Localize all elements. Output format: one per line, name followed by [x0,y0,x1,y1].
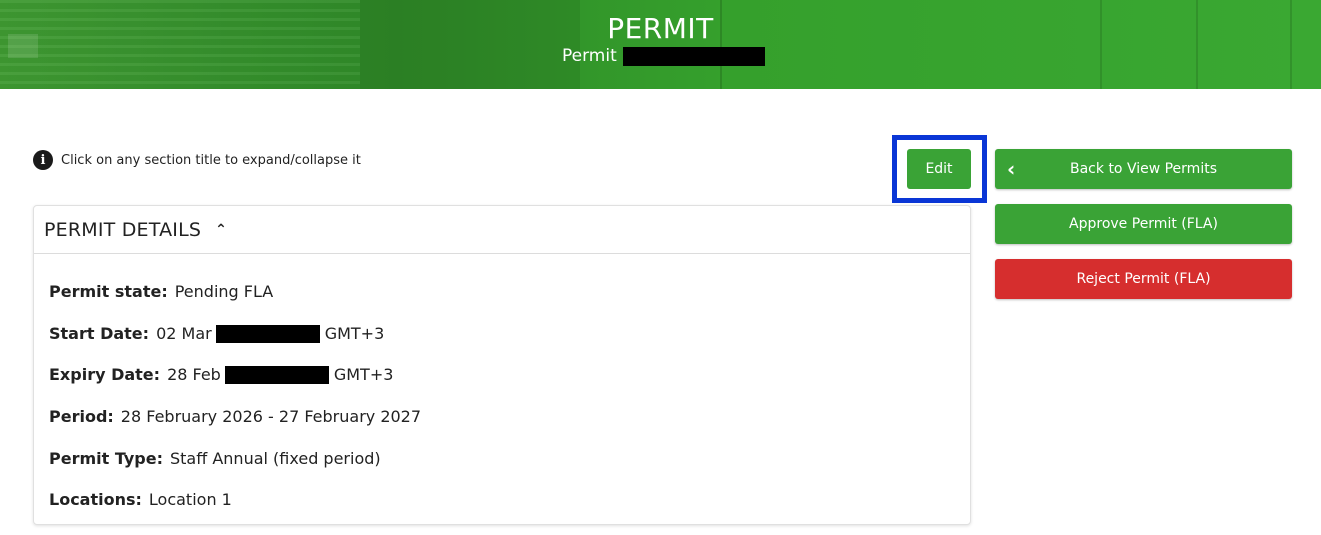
detail-row-expiry-date: Expiry Date: 28 Feb GMT+3 [49,365,970,407]
detail-label: Period: [49,407,114,427]
detail-label: Permit Type: [49,448,163,468]
approve-button-label: Approve Permit (FLA) [1069,216,1218,232]
reject-permit-button[interactable]: Reject Permit (FLA) [995,259,1292,299]
detail-value: 28 Feb [167,365,221,385]
redacted-permit-id [622,46,765,66]
expand-hint: i Click on any section title to expand/c… [33,150,361,170]
chevron-left-icon: ‹ [1007,157,1016,181]
detail-timezone: GMT+3 [324,323,385,343]
detail-value: 28 February 2026 - 27 February 2027 [120,407,422,427]
detail-row-locations: Locations: Location 1 [49,490,970,532]
detail-label: Start Date: [49,323,150,343]
detail-row-state: Permit state: Pending FLA [49,282,970,324]
detail-row-start-date: Start Date: 02 Mar GMT+3 [49,324,970,366]
hint-text: Click on any section title to expand/col… [61,152,361,168]
detail-value: Pending FLA [174,282,274,301]
approve-permit-button[interactable]: Approve Permit (FLA) [995,204,1292,244]
redacted-year [224,366,329,385]
detail-row-period: Period: 28 February 2026 - 27 February 2… [49,407,970,449]
redacted-year [215,324,320,343]
page-title: PERMIT [607,12,714,45]
detail-label: Permit state: [49,282,168,301]
page-banner: PERMIT Permit [0,0,1321,89]
section-title: PERMIT DETAILS [44,218,202,241]
page-subtitle: Permit [562,46,765,66]
detail-value: Staff Annual (fixed period) [170,448,381,468]
details-list: Permit state: Pending FLA Start Date: 02… [34,254,970,532]
detail-timezone: GMT+3 [333,365,394,385]
permit-details-panel: PERMIT DETAILS ⌃ Permit state: Pending F… [33,205,971,525]
subtitle-label: Permit [562,46,617,66]
info-icon: i [33,150,53,170]
detail-value: 02 Mar [156,323,212,343]
chevron-up-icon[interactable]: ⌃ [215,222,227,238]
detail-row-permit-type: Permit Type: Staff Annual (fixed period) [49,449,970,491]
detail-label: Locations: [49,490,142,510]
reject-button-label: Reject Permit (FLA) [1076,271,1211,287]
detail-label: Expiry Date: [49,365,161,385]
permit-details-header[interactable]: PERMIT DETAILS ⌃ [34,206,970,254]
back-to-view-permits-button[interactable]: ‹ Back to View Permits [995,149,1292,189]
detail-value: Location 1 [148,490,232,510]
back-button-label: Back to View Permits [1070,161,1217,177]
edit-button[interactable]: Edit [907,149,971,189]
